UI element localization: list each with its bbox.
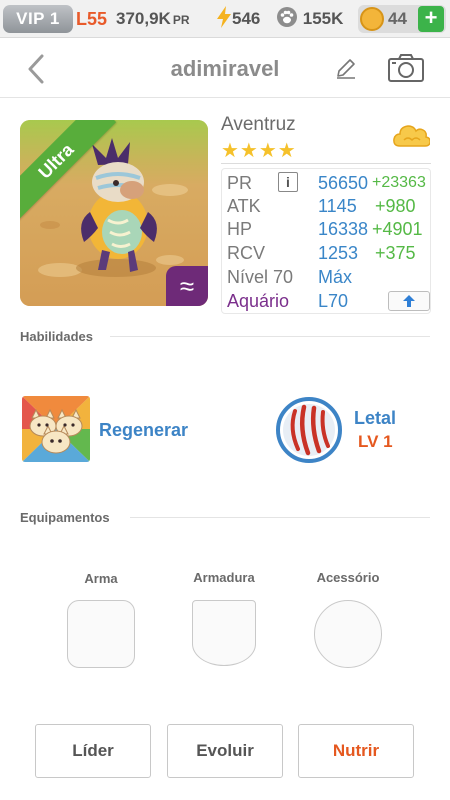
info-button[interactable]: i [278,172,298,192]
feed-button[interactable]: Nutrir [298,724,414,778]
stat-value: 16338 [318,219,369,239]
element-badge: ≈ [166,266,208,306]
pet-name: Aventruz [221,114,296,135]
armor-slot[interactable] [192,600,256,666]
leader-button[interactable]: Líder [35,724,151,778]
stat-bonus: +23363 [372,174,426,191]
stat-label: PR [227,173,253,193]
habitat-value: L70 [318,291,349,311]
accessory-label: Acessório [316,570,380,585]
add-coins-button[interactable]: + [418,6,444,32]
power-stat: 370,9K PR [116,6,190,32]
header: adimiravel [0,38,450,98]
card-divider [221,163,431,164]
stat-label: HP [227,219,253,239]
cloud-shape [393,125,431,147]
camera-button[interactable] [387,52,425,84]
equipment-heading: Equipamentos [20,510,110,525]
upgrade-habitat-button[interactable] [388,291,430,311]
status-bar: VIP 1 L55 370,9K PR 546 155K 44 + [0,0,450,38]
coin-icon [360,7,384,31]
pet-portrait[interactable]: Ultra ≈ [20,120,208,306]
armor-label: Armadura [193,570,255,585]
paw-icon [277,7,297,27]
weapon-slot[interactable] [67,600,135,668]
abilities-heading: Habilidades [20,329,93,344]
pencil-icon [337,59,355,79]
paw-stat: 155K [276,6,343,32]
lightning-icon [217,6,231,28]
coin-value: 44 [388,9,407,28]
player-level: L55 [76,9,108,29]
skill-level: LV 1 [358,432,393,451]
weapon-label: Arma [84,571,118,586]
pet-detail-screen: VIP 1 L55 370,9K PR 546 155K 44 + adimir… [0,0,450,800]
edit-button[interactable] [333,55,359,81]
stat-value: 56650 [318,173,369,193]
stat-label: ATK [227,196,261,216]
paw-value: 155K [302,9,344,28]
vip-badge[interactable]: VIP 1 [3,5,73,33]
evolve-button[interactable]: Evoluir [167,724,283,778]
energy-value: 546 [232,9,261,28]
stat-bonus: +980 [375,196,416,216]
accessory-slot[interactable] [314,600,382,668]
level-label: Nível 70 [227,267,294,287]
ability-name[interactable]: Regenerar [99,420,188,441]
page-title: adimiravel [170,56,280,81]
camera-icon [388,54,424,82]
stat-value: 1253 [318,243,359,263]
stat-bonus: +4901 [372,219,423,239]
skill-name[interactable]: Letal [354,408,396,429]
arrow-up-icon [403,295,415,307]
cat-faces-icon [22,396,90,462]
letal-skill-icon[interactable] [276,397,342,463]
stat-bonus: +375 [375,243,416,263]
habitat-label: Aquário [227,291,290,311]
regenerar-ability-icon[interactable] [22,396,90,462]
cloud-icon[interactable] [392,122,431,152]
level-value: Máx [318,267,353,287]
stat-value: 1145 [318,196,357,216]
stat-label: RCV [227,243,266,263]
claw-marks-icon [276,397,342,463]
pet-star-rating: ★★★★ [221,140,297,162]
energy-stat: 546 [216,6,260,32]
power-value: 370,9K [116,9,171,28]
power-unit: PR [172,13,190,27]
section-divider [130,517,430,518]
section-divider [110,336,430,337]
